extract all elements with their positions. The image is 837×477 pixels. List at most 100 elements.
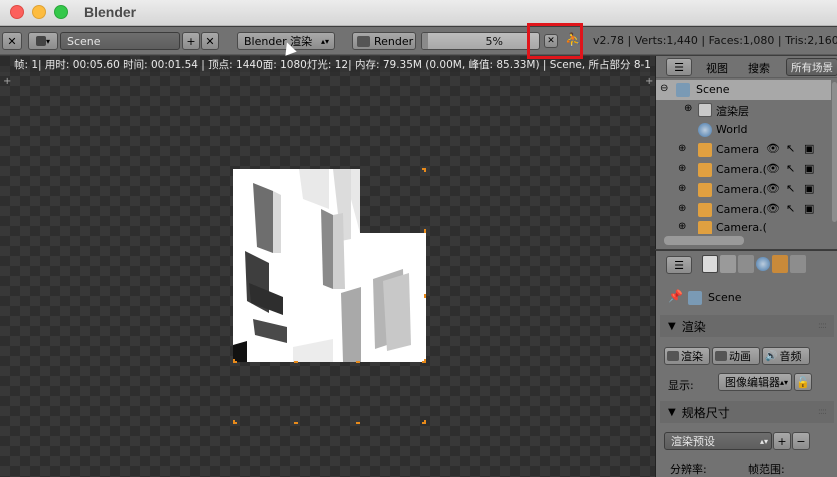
camera-icon [698, 143, 712, 157]
render-camera-icon[interactable]: ▣ [804, 162, 814, 175]
progress-text: 5% [485, 34, 503, 48]
outliner-row-render-layer[interactable]: ⊕ 渲染层 [656, 100, 831, 120]
outliner-item-label: Camera.( [716, 221, 767, 234]
scene-tab-icon[interactable] [738, 255, 754, 273]
tile-marker [356, 420, 360, 424]
panel-grip-icon[interactable]: :::: [818, 321, 827, 331]
outliner-header: ☰ 视图 搜索 所有场景 [656, 56, 837, 78]
chevron-updown-icon: ▴▾ [759, 436, 768, 446]
remove-scene-button[interactable]: ✕ [201, 32, 219, 50]
expand-icon[interactable]: ⊕ [678, 221, 686, 232]
render-panel-title: 渲染 [681, 319, 706, 334]
tile-marker [356, 359, 360, 363]
outliner-editor-type-icon[interactable]: ☰ [666, 58, 692, 76]
speaker-icon: 🔊 [765, 350, 778, 362]
outliner-display-mode[interactable]: 所有场景 [786, 58, 837, 76]
add-scene-button[interactable]: + [182, 32, 200, 50]
outliner-row-camera[interactable]: ⊕ Camera 👁 ↖ ▣ [656, 140, 831, 160]
eye-icon[interactable]: 👁 [766, 142, 780, 155]
render-audio-button[interactable]: 🔊 音频 [762, 347, 810, 365]
render-tab-icon[interactable] [702, 255, 718, 273]
properties-panel: ☰ 📌 Scene ▼ 渲染 :::: 渲染 动画 🔊 音频 显示: 图像编辑器… [655, 250, 837, 477]
render-result-image [233, 169, 426, 362]
display-mode-select[interactable]: 图像编辑器 ▴▾ [718, 373, 792, 391]
zoom-window-button[interactable] [54, 5, 68, 19]
eye-icon[interactable]: 👁 [766, 182, 780, 195]
context-scene-label: Scene [708, 291, 742, 304]
outliner-row-scene[interactable]: ⊖ Scene [656, 80, 831, 100]
corner-plus-icon[interactable]: + [3, 76, 11, 87]
world-tab-icon[interactable] [756, 257, 770, 271]
outliner-item-label: 渲染层 [716, 105, 749, 118]
properties-editor-type-icon[interactable]: ☰ [666, 256, 692, 274]
tile-marker [422, 229, 426, 233]
display-label: 显示: [668, 379, 694, 392]
render-result-svg [233, 169, 426, 362]
outliner-row-camera[interactable]: ⊕ Camera.( [656, 220, 831, 234]
render-animation-button[interactable]: 动画 [712, 347, 760, 365]
render-engine-label: Blender 渲染 [244, 35, 313, 48]
scene-icon [676, 83, 690, 97]
outliner-vertical-scrollbar[interactable] [832, 82, 837, 222]
camera-icon [698, 221, 712, 234]
display-mode-value: 图像编辑器 [725, 376, 780, 389]
render-animation-label: 动画 [729, 350, 751, 363]
progress-fill [422, 33, 428, 49]
outliner-row-camera[interactable]: ⊕ Camera.( 👁 ↖ ▣ [656, 180, 831, 200]
chevron-updown-icon: ▴▾ [779, 377, 788, 387]
render-camera-icon[interactable]: ▣ [804, 182, 814, 195]
outliner-row-world[interactable]: World [656, 120, 831, 140]
constraints-tab-icon[interactable] [790, 255, 806, 273]
remove-preset-button[interactable]: − [792, 432, 810, 450]
eye-icon[interactable]: 👁 [766, 202, 780, 215]
render-progress-bar: 5% [421, 32, 540, 50]
expand-icon[interactable]: ⊕ [678, 183, 686, 194]
outliner-view-menu[interactable]: 视图 [706, 60, 728, 76]
render-layer-icon [698, 103, 712, 117]
minimize-window-button[interactable] [32, 5, 46, 19]
close-icon[interactable]: ✕ [2, 32, 22, 50]
panel-grip-icon[interactable]: :::: [818, 407, 827, 417]
outliner-horizontal-scrollbar[interactable] [664, 236, 744, 245]
expand-icon[interactable]: ⊕ [684, 103, 692, 114]
render-button[interactable]: Render [352, 32, 416, 50]
render-button-label: Render [374, 34, 414, 48]
outliner-row-camera[interactable]: ⊕ Camera.( 👁 ↖ ▣ [656, 200, 831, 220]
tile-marker [294, 420, 298, 424]
outliner-row-camera[interactable]: ⊕ Camera.( 👁 ↖ ▣ [656, 160, 831, 180]
render-preset-select[interactable]: 渲染预设 ▴▾ [664, 432, 772, 450]
scene-name-field[interactable]: Scene [60, 32, 180, 50]
world-icon [698, 123, 712, 137]
outliner-search-menu[interactable]: 搜索 [748, 60, 770, 76]
tile-marker [233, 359, 237, 363]
corner-plus-icon[interactable]: + [645, 76, 653, 87]
pin-icon[interactable]: 📌 [668, 289, 683, 303]
scene-browse-icon[interactable]: ▾ [28, 32, 58, 50]
frame-range-label: 帧范围: [748, 463, 785, 476]
cursor-select-icon[interactable]: ↖ [786, 142, 795, 155]
object-tab-icon[interactable] [772, 255, 788, 273]
dimensions-panel-title: 规格尺寸 [681, 405, 730, 420]
eye-icon[interactable]: 👁 [766, 162, 780, 175]
render-still-button[interactable]: 渲染 [664, 347, 710, 365]
close-window-button[interactable] [10, 5, 24, 19]
render-layers-tab-icon[interactable] [720, 255, 736, 273]
expand-icon[interactable]: ⊕ [678, 143, 686, 154]
dimensions-panel-header[interactable]: ▼ 规格尺寸 :::: [660, 401, 834, 423]
render-camera-icon[interactable]: ▣ [804, 202, 814, 215]
highlight-annotation-box [527, 23, 583, 59]
collapse-triangle-icon: ▼ [668, 320, 676, 332]
render-info-text: 帧: 1| 用时: 00:05.60 时间: 00:01.54 | 顶点: 14… [14, 59, 651, 71]
cursor-select-icon[interactable]: ↖ [786, 162, 795, 175]
collapse-icon[interactable]: ⊖ [660, 83, 668, 94]
properties-tabs [702, 255, 836, 275]
render-panel-header[interactable]: ▼ 渲染 :::: [660, 315, 834, 337]
expand-icon[interactable]: ⊕ [678, 163, 686, 174]
expand-icon[interactable]: ⊕ [678, 203, 686, 214]
add-preset-button[interactable]: + [773, 432, 791, 450]
cursor-select-icon[interactable]: ↖ [786, 202, 795, 215]
lock-interface-icon[interactable]: 🔓 [794, 373, 812, 391]
cursor-select-icon[interactable]: ↖ [786, 182, 795, 195]
outliner-item-label: Camera.( [716, 183, 767, 196]
render-camera-icon[interactable]: ▣ [804, 142, 814, 155]
